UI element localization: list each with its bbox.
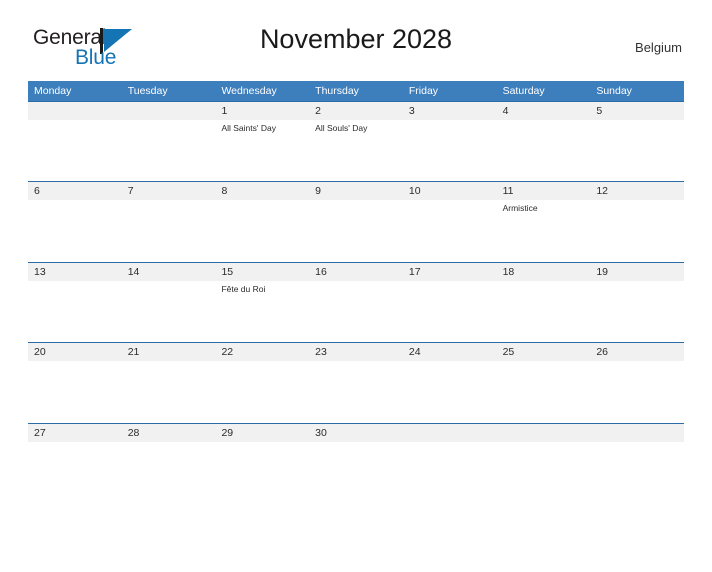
day-number: 28 <box>127 426 140 439</box>
day-cell[interactable]: 3 <box>403 102 497 181</box>
day-event: All Saints' Day <box>221 123 276 133</box>
day-cell[interactable]: 20 <box>28 343 122 422</box>
day-number: 21 <box>127 346 140 359</box>
weekday-saturday: Saturday <box>502 85 545 97</box>
day-cell[interactable]: 24 <box>403 343 497 422</box>
weekday-tuesday: Tuesday <box>127 85 168 97</box>
day-number: 9 <box>315 185 321 198</box>
week-row: 6 7 8 9 10 11 Armistice 12 <box>28 181 684 261</box>
day-cell[interactable]: 23 <box>309 343 403 422</box>
day-number: 30 <box>315 426 327 439</box>
day-number: 6 <box>34 185 40 198</box>
day-cell[interactable]: 8 <box>215 182 309 261</box>
page-header: General Blue November 2028 Belgium <box>28 22 684 74</box>
page-title: November 2028 <box>259 24 453 54</box>
day-cell[interactable]: 2 All Souls' Day <box>309 102 403 181</box>
day-number: 13 <box>34 265 46 278</box>
day-number: 17 <box>408 265 421 278</box>
day-cell[interactable]: 15 Fête du Roi <box>215 263 309 342</box>
day-cell[interactable]: 11 Armistice <box>497 182 591 261</box>
day-event: Fête du Roi <box>221 283 266 294</box>
weekday-friday: Friday <box>408 85 439 97</box>
day-number: 29 <box>221 426 234 439</box>
day-cell[interactable]: 6 <box>28 182 122 261</box>
day-cell[interactable]: 13 <box>28 263 122 342</box>
day-number: 24 <box>408 346 421 359</box>
week-row: 20 21 22 23 24 25 26 <box>28 342 684 422</box>
day-cell[interactable]: 29 <box>215 424 309 503</box>
day-cell[interactable]: 10 <box>403 182 497 261</box>
day-number: 11 <box>502 185 514 198</box>
day-number: 22 <box>221 346 234 359</box>
day-number: 27 <box>34 426 46 439</box>
calendar-page: General Blue November 2028 Belgium Monda… <box>0 22 712 572</box>
day-cell[interactable]: 25 <box>497 343 591 422</box>
day-number: 7 <box>127 185 134 198</box>
weekday-sunday: Sunday <box>596 85 632 97</box>
day-cell[interactable]: 17 <box>403 263 497 342</box>
day-number: 4 <box>502 105 509 117</box>
day-cell[interactable]: 26 <box>590 343 684 422</box>
day-number: 26 <box>596 346 608 359</box>
day-number: 5 <box>596 105 603 117</box>
week-row: 13 14 15 Fête du Roi 16 17 18 19 <box>28 261 684 342</box>
day-number: 19 <box>596 265 608 278</box>
day-cell[interactable]: 4 <box>497 102 591 181</box>
day-cell[interactable] <box>590 424 684 503</box>
day-cell[interactable]: 30 <box>309 424 403 503</box>
day-number: 23 <box>315 346 327 359</box>
day-number: 2 <box>315 105 321 117</box>
day-event: Armistice <box>502 203 538 214</box>
day-cell[interactable]: 28 <box>122 424 216 503</box>
weekday-monday: Monday <box>34 85 72 97</box>
calendar-grid: Monday Tuesday Wednesday Thursday Friday… <box>28 81 684 503</box>
day-number: 10 <box>408 185 421 198</box>
day-cell[interactable]: 9 <box>309 182 403 261</box>
day-cell[interactable]: 27 <box>28 424 122 503</box>
week-row: 1 All Saints' Day 2 All Souls' Day 3 4 5 <box>28 101 684 181</box>
day-number: 3 <box>408 105 415 117</box>
day-number: 18 <box>502 265 515 278</box>
day-number: 20 <box>34 346 46 359</box>
day-number: 8 <box>221 185 228 198</box>
day-number: 14 <box>127 265 140 278</box>
weekday-wednesday: Wednesday <box>221 85 277 97</box>
day-number: 25 <box>502 346 515 359</box>
day-cell[interactable] <box>28 102 122 181</box>
day-event: All Souls' Day <box>315 123 368 133</box>
day-cell[interactable]: 16 <box>309 263 403 342</box>
week-row: 27 28 29 30 <box>28 422 684 503</box>
day-number: 1 <box>221 105 228 117</box>
day-number: 16 <box>315 265 327 278</box>
day-number: 15 <box>221 265 234 278</box>
day-cell[interactable]: 19 <box>590 263 684 342</box>
day-cell[interactable]: 1 All Saints' Day <box>215 102 309 181</box>
day-cell[interactable] <box>403 424 497 503</box>
day-cell[interactable] <box>122 102 216 181</box>
day-cell[interactable]: 7 <box>122 182 216 261</box>
day-cell[interactable]: 14 <box>122 263 216 342</box>
country-label: Belgium <box>635 40 682 55</box>
day-cell[interactable]: 18 <box>497 263 591 342</box>
weekday-thursday: Thursday <box>315 85 359 97</box>
day-cell[interactable]: 22 <box>215 343 309 422</box>
day-cell[interactable]: 21 <box>122 343 216 422</box>
day-cell[interactable] <box>497 424 591 503</box>
day-number: 12 <box>596 185 608 198</box>
day-cell[interactable]: 12 <box>590 182 684 261</box>
weekday-header-row: Monday Tuesday Wednesday Thursday Friday… <box>28 81 684 101</box>
day-cell[interactable]: 5 <box>590 102 684 181</box>
